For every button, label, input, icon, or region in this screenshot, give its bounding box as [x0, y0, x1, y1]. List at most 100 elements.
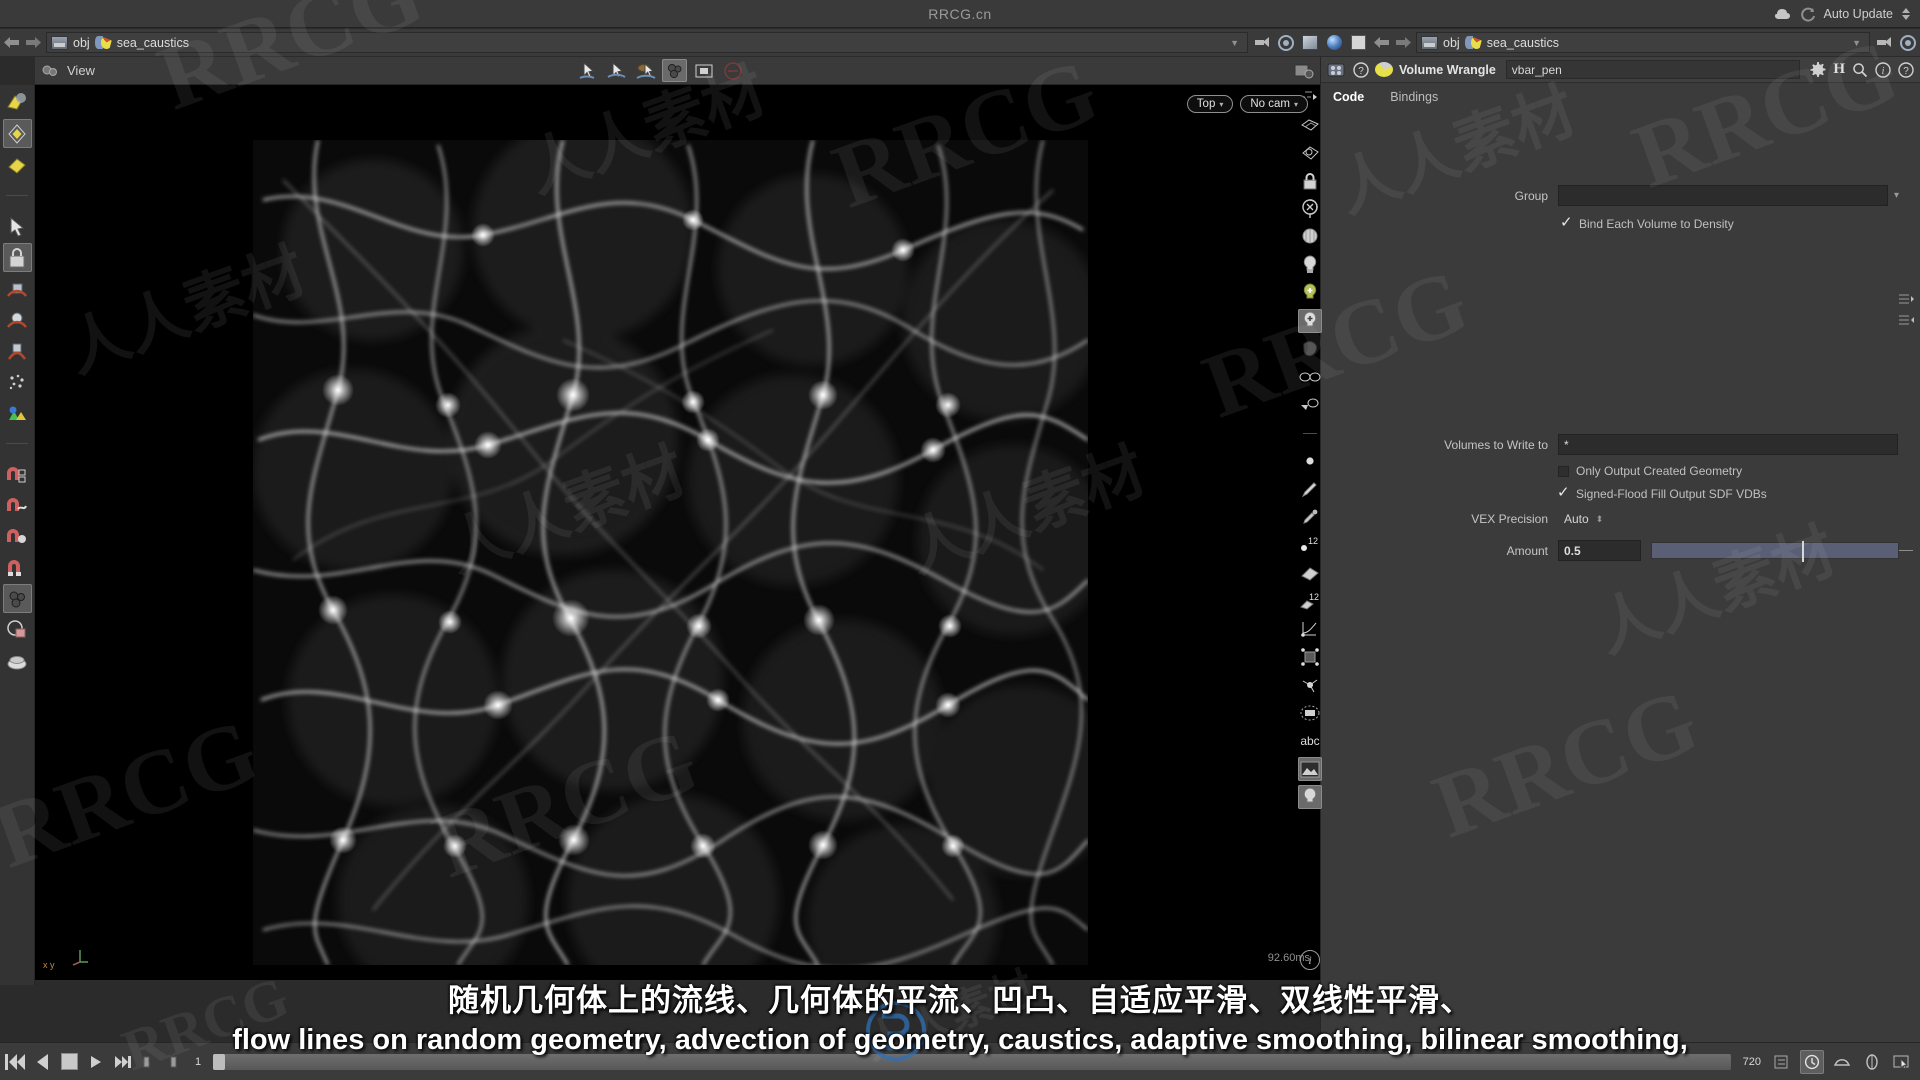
- pin-button-right[interactable]: [1872, 32, 1896, 54]
- houdini-h-icon[interactable]: H: [1833, 61, 1845, 78]
- material-preview-icon[interactable]: [1298, 337, 1322, 361]
- search-icon[interactable]: [1852, 62, 1868, 78]
- frame-back-button[interactable]: [138, 1050, 162, 1074]
- tool-select-arrow[interactable]: [3, 212, 32, 241]
- amount-slider[interactable]: [1651, 541, 1899, 562]
- jump-to-end-button[interactable]: [111, 1050, 135, 1074]
- view-preset-pill[interactable]: Top ▾: [1186, 95, 1234, 113]
- geometry-tool-button[interactable]: [633, 59, 658, 82]
- tool-colorful-shapes[interactable]: [3, 398, 32, 427]
- jump-to-start-button[interactable]: [3, 1050, 27, 1074]
- snap-icon[interactable]: [1830, 1050, 1854, 1074]
- tool-constraint-1[interactable]: [3, 460, 32, 489]
- expand-arrow-icon[interactable]: [1298, 85, 1322, 109]
- signed-flood-checkbox[interactable]: [1557, 483, 1570, 501]
- node-settings-icon[interactable]: [1327, 62, 1347, 78]
- expand-editor-icon[interactable]: [1898, 292, 1914, 311]
- question-icon[interactable]: ?: [1898, 61, 1914, 78]
- amount-input[interactable]: 0.5: [1558, 540, 1641, 561]
- tool-dynamics-2[interactable]: [3, 305, 32, 334]
- brain-icon[interactable]: [1774, 7, 1792, 21]
- chevron-down-icon[interactable]: ▼: [1230, 38, 1243, 48]
- template-icon[interactable]: [1298, 141, 1322, 165]
- auto-update-stepper-icon[interactable]: [1901, 7, 1910, 21]
- white-plane-button[interactable]: [1346, 32, 1370, 54]
- tool-dynamics-1[interactable]: [3, 274, 32, 303]
- paint-brush-icon[interactable]: [1298, 477, 1322, 501]
- tool-terrain[interactable]: [3, 646, 32, 675]
- auto-update-label[interactable]: Auto Update: [1824, 7, 1894, 21]
- collapse-editor-icon[interactable]: [1898, 313, 1914, 332]
- disable-button[interactable]: [720, 59, 745, 82]
- clock-icon[interactable]: [1800, 1049, 1824, 1074]
- audio-icon[interactable]: [1860, 1050, 1884, 1074]
- target-button-right[interactable]: [1896, 32, 1920, 54]
- timeline-playhead[interactable]: [213, 1053, 226, 1070]
- tool-crowd[interactable]: [3, 615, 32, 644]
- node-flag-bottom-icon[interactable]: [1298, 785, 1322, 809]
- glasses-icon[interactable]: [1298, 365, 1322, 389]
- tab-bindings[interactable]: Bindings: [1388, 87, 1440, 108]
- timeline-settings-icon[interactable]: [1770, 1050, 1794, 1074]
- normals-icon[interactable]: [1298, 673, 1322, 697]
- glasses-flag-icon[interactable]: [1298, 393, 1322, 417]
- stop-button[interactable]: [57, 1050, 81, 1074]
- material-ball-button[interactable]: [1322, 32, 1346, 54]
- cube-display-button[interactable]: [1298, 32, 1322, 54]
- viewport-options-icon[interactable]: [1291, 59, 1316, 82]
- nav-forward-icon[interactable]: [22, 32, 44, 54]
- render-flag-icon[interactable]: [1298, 253, 1322, 277]
- nav-back-icon[interactable]: [0, 32, 22, 54]
- path-input-left[interactable]: obj sea_caustics ▼: [46, 32, 1248, 53]
- view-mode-button[interactable]: [662, 59, 687, 82]
- path-crumb-obj[interactable]: obj: [73, 36, 90, 50]
- tool-transform[interactable]: [3, 150, 32, 179]
- view-menu-label[interactable]: View: [67, 63, 95, 78]
- refresh-icon[interactable]: [1800, 7, 1816, 22]
- image-display-icon[interactable]: [1298, 757, 1322, 781]
- abc-label-icon[interactable]: abc: [1298, 729, 1322, 753]
- node-name-input[interactable]: vbar_pen: [1505, 60, 1801, 79]
- display-flag-icon[interactable]: [1298, 225, 1322, 249]
- frame-forward-button[interactable]: [165, 1050, 189, 1074]
- selected-flag-icon[interactable]: [1298, 309, 1322, 333]
- path-input-right[interactable]: obj sea_caustics ▼: [1416, 32, 1870, 53]
- view-menu-icon[interactable]: [41, 63, 59, 79]
- path-crumb-obj-right[interactable]: obj: [1443, 36, 1460, 50]
- target-button[interactable]: [1274, 32, 1298, 54]
- curve-graph-icon[interactable]: [1298, 617, 1322, 641]
- tool-dynamics-3[interactable]: [3, 336, 32, 365]
- panel-info-icon[interactable]: i: [1300, 950, 1320, 970]
- timeline-scrubber[interactable]: [213, 1053, 1731, 1070]
- 3d-viewport[interactable]: Top ▾ No cam ▾ 92.60ms x y: [35, 85, 1320, 980]
- path-crumb-sea-caustics[interactable]: sea_caustics: [117, 36, 189, 50]
- help-icon[interactable]: ?: [1353, 61, 1369, 78]
- add-bookmark-icon[interactable]: [1298, 281, 1322, 305]
- select-tool-button[interactable]: [575, 59, 600, 82]
- primitive-count-12-icon[interactable]: 12: [1298, 589, 1322, 613]
- group-picker-icon[interactable]: ▾: [1894, 190, 1899, 201]
- tool-polygon[interactable]: [3, 88, 32, 117]
- bind-each-checkbox[interactable]: [1560, 213, 1573, 231]
- tool-cloth[interactable]: [2, 584, 32, 613]
- tool-edit-soft[interactable]: [2, 119, 32, 148]
- volumes-write-input[interactable]: *: [1558, 434, 1898, 455]
- tool-constraint-3[interactable]: [3, 522, 32, 551]
- nav-back-icon-right[interactable]: [1370, 32, 1392, 54]
- only-output-checkbox[interactable]: [1558, 465, 1569, 477]
- flat-shade-icon[interactable]: [1298, 113, 1322, 137]
- cursor-select-icon[interactable]: [1890, 1050, 1914, 1074]
- group-input[interactable]: [1558, 185, 1888, 206]
- tool-lock[interactable]: [2, 243, 32, 272]
- tool-particles[interactable]: [3, 367, 32, 396]
- info-icon[interactable]: i: [1875, 61, 1891, 78]
- vex-precision-dropdown[interactable]: Auto ⬍: [1564, 512, 1603, 526]
- play-reverse-button[interactable]: [30, 1050, 54, 1074]
- amount-slider-knob[interactable]: [1802, 541, 1804, 562]
- primitive-select-icon[interactable]: [1298, 561, 1322, 585]
- text-display-icon[interactable]: [1298, 701, 1322, 725]
- nav-forward-icon-right[interactable]: [1392, 32, 1414, 54]
- pin-button[interactable]: [1250, 32, 1274, 54]
- path-crumb-sea-caustics-right[interactable]: sea_caustics: [1487, 36, 1559, 50]
- tool-constraint-4[interactable]: [3, 553, 32, 582]
